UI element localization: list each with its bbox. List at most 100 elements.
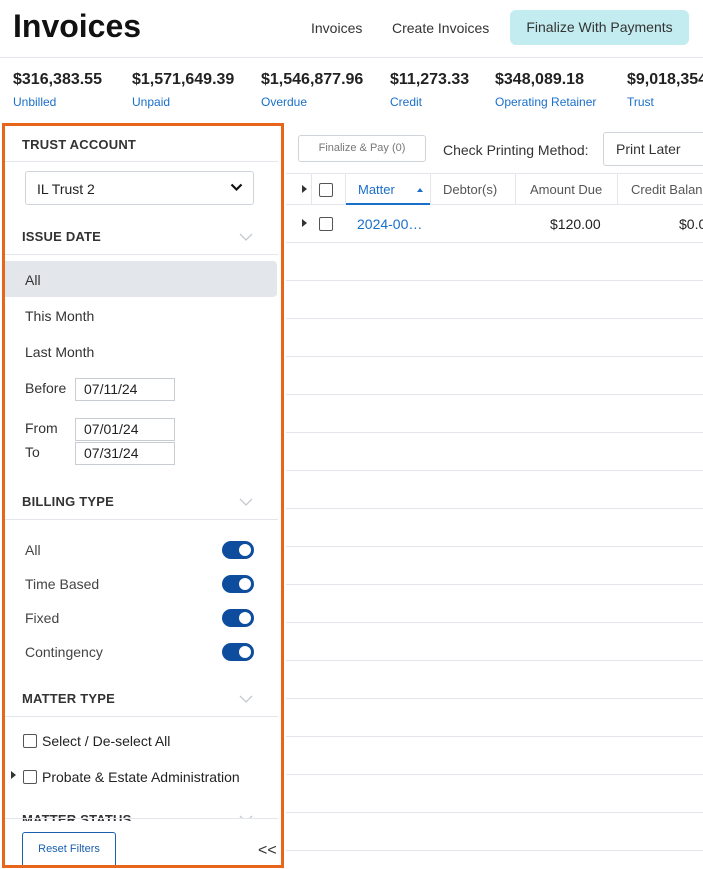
- issue-date-option-last-month[interactable]: Last Month: [25, 344, 94, 360]
- billing-type-fixed-toggle[interactable]: [222, 609, 254, 627]
- collapse-sidebar-icon[interactable]: <<: [258, 842, 277, 860]
- stat-unbilled[interactable]: $316,383.55 Unbilled: [13, 71, 102, 109]
- row-separator: [286, 432, 703, 433]
- before-date-input[interactable]: 07/11/24: [75, 378, 175, 401]
- reset-filters-button[interactable]: Reset Filters: [22, 832, 116, 865]
- row-separator: [286, 470, 703, 471]
- chevron-down-icon[interactable]: [239, 812, 253, 826]
- column-amount-due[interactable]: Amount Due: [530, 182, 602, 197]
- from-date-input[interactable]: 07/01/24: [75, 418, 175, 441]
- sidebar-scrollbar[interactable]: [281, 126, 284, 496]
- row-separator: [286, 622, 703, 623]
- billing-type-contingency-toggle[interactable]: [222, 643, 254, 661]
- filter-sidebar: TRUST ACCOUNT IL Trust 2 ISSUE DATE All …: [2, 123, 284, 868]
- billing-type-time-based-label: Time Based: [25, 576, 100, 592]
- stat-unpaid[interactable]: $1,571,649.39 Unpaid: [132, 71, 234, 109]
- stat-label[interactable]: Unbilled: [13, 95, 102, 109]
- billing-type-all-label: All: [25, 542, 41, 558]
- expand-row-caret-icon[interactable]: [302, 219, 307, 227]
- option-label: All: [25, 272, 41, 288]
- probate-label[interactable]: Probate & Estate Administration: [42, 769, 240, 785]
- divider: [5, 716, 278, 717]
- sort-ascending-icon[interactable]: [417, 188, 423, 192]
- matter-type-title: MATTER TYPE: [22, 691, 115, 706]
- trust-account-title: TRUST ACCOUNT: [22, 137, 137, 152]
- divider: [430, 174, 431, 205]
- row-separator: [286, 356, 703, 357]
- expand-caret-icon[interactable]: [11, 771, 16, 779]
- billing-type-all-toggle[interactable]: [222, 541, 254, 559]
- row-credit-balance: $0.0: [679, 216, 703, 232]
- divider: [5, 519, 278, 520]
- finalize-pay-button[interactable]: Finalize & Pay (0): [298, 135, 426, 162]
- chevron-down-icon[interactable]: [239, 230, 253, 244]
- row-matter-link[interactable]: 2024-00…: [357, 216, 422, 232]
- select-all-checkbox[interactable]: [23, 734, 37, 748]
- page-header: Invoices Invoices Create Invoices Finali…: [0, 0, 703, 58]
- stat-label[interactable]: Unpaid: [132, 95, 234, 109]
- check-printing-method-select[interactable]: Print Later: [603, 132, 703, 166]
- active-column-underline: [346, 203, 430, 205]
- row-separator: [286, 850, 703, 851]
- divider: [5, 161, 278, 162]
- from-label: From: [25, 420, 58, 436]
- stat-operating-retainer[interactable]: $348,089.18 Operating Retainer: [495, 71, 596, 109]
- select-all-rows-checkbox[interactable]: [319, 183, 333, 197]
- billing-type-fixed-label: Fixed: [25, 610, 60, 626]
- row-separator: [286, 812, 703, 813]
- row-separator: [286, 508, 703, 509]
- stat-amount: $1,571,649.39: [132, 71, 235, 88]
- chevron-down-icon[interactable]: [239, 495, 253, 509]
- column-matter[interactable]: Matter: [358, 182, 395, 197]
- stat-amount: $9,018,354: [627, 71, 703, 88]
- chevron-down-icon: [230, 183, 243, 192]
- divider: [5, 818, 278, 819]
- summary-bar: $316,383.55 Unbilled $1,571,649.39 Unpai…: [0, 58, 703, 120]
- issue-date-option-all[interactable]: All: [5, 261, 277, 297]
- trust-account-select[interactable]: IL Trust 2: [25, 171, 254, 205]
- stat-label[interactable]: Trust: [627, 95, 703, 109]
- nav-invoices[interactable]: Invoices: [311, 20, 362, 36]
- stat-label[interactable]: Overdue: [261, 95, 363, 109]
- divider: [617, 174, 618, 205]
- finalize-with-payments-button[interactable]: Finalize With Payments: [510, 10, 689, 45]
- stat-amount: $348,089.18: [495, 71, 584, 88]
- column-credit-balance[interactable]: Credit Balan: [631, 182, 703, 197]
- before-label: Before: [25, 380, 67, 396]
- chevron-down-icon[interactable]: [239, 692, 253, 706]
- row-separator: [286, 736, 703, 737]
- divider: [311, 174, 312, 205]
- row-separator: [286, 394, 703, 395]
- issue-date-option-this-month[interactable]: This Month: [25, 308, 94, 324]
- column-debtors[interactable]: Debtor(s): [443, 182, 497, 197]
- row-separator: [286, 280, 703, 281]
- divider: [515, 174, 516, 205]
- stat-amount: $1,546,877.96: [261, 71, 364, 88]
- row-separator: [286, 774, 703, 775]
- stat-trust[interactable]: $9,018,354 Trust: [627, 71, 703, 109]
- billing-type-contingency-label: Contingency: [25, 644, 103, 660]
- expand-all-caret-icon[interactable]: [302, 185, 307, 193]
- to-date-input[interactable]: 07/31/24: [75, 442, 175, 465]
- row-separator: [286, 698, 703, 699]
- row-checkbox[interactable]: [319, 217, 333, 231]
- row-separator: [286, 242, 703, 243]
- billing-type-time-based-toggle[interactable]: [222, 575, 254, 593]
- grid-header: Matter Debtor(s) Amount Due Credit Balan: [286, 173, 703, 205]
- trust-account-value: IL Trust 2: [37, 181, 95, 197]
- row-amount-due: $120.00: [550, 216, 601, 232]
- row-separator: [286, 318, 703, 319]
- row-separator: [286, 546, 703, 547]
- stat-credit[interactable]: $11,273.33 Credit: [390, 71, 469, 109]
- probate-checkbox[interactable]: [23, 770, 37, 784]
- stat-amount: $11,273.33: [390, 71, 470, 88]
- select-all-label[interactable]: Select / De-select All: [42, 733, 170, 749]
- stat-label[interactable]: Operating Retainer: [495, 95, 596, 109]
- stat-overdue[interactable]: $1,546,877.96 Overdue: [261, 71, 363, 109]
- divider: [5, 254, 278, 255]
- nav-create-invoices[interactable]: Create Invoices: [392, 20, 489, 36]
- to-label: To: [25, 444, 40, 460]
- matter-status-title: MATTER STATUS: [22, 812, 132, 827]
- check-printing-method-label: Check Printing Method:: [443, 142, 589, 158]
- stat-label[interactable]: Credit: [390, 95, 469, 109]
